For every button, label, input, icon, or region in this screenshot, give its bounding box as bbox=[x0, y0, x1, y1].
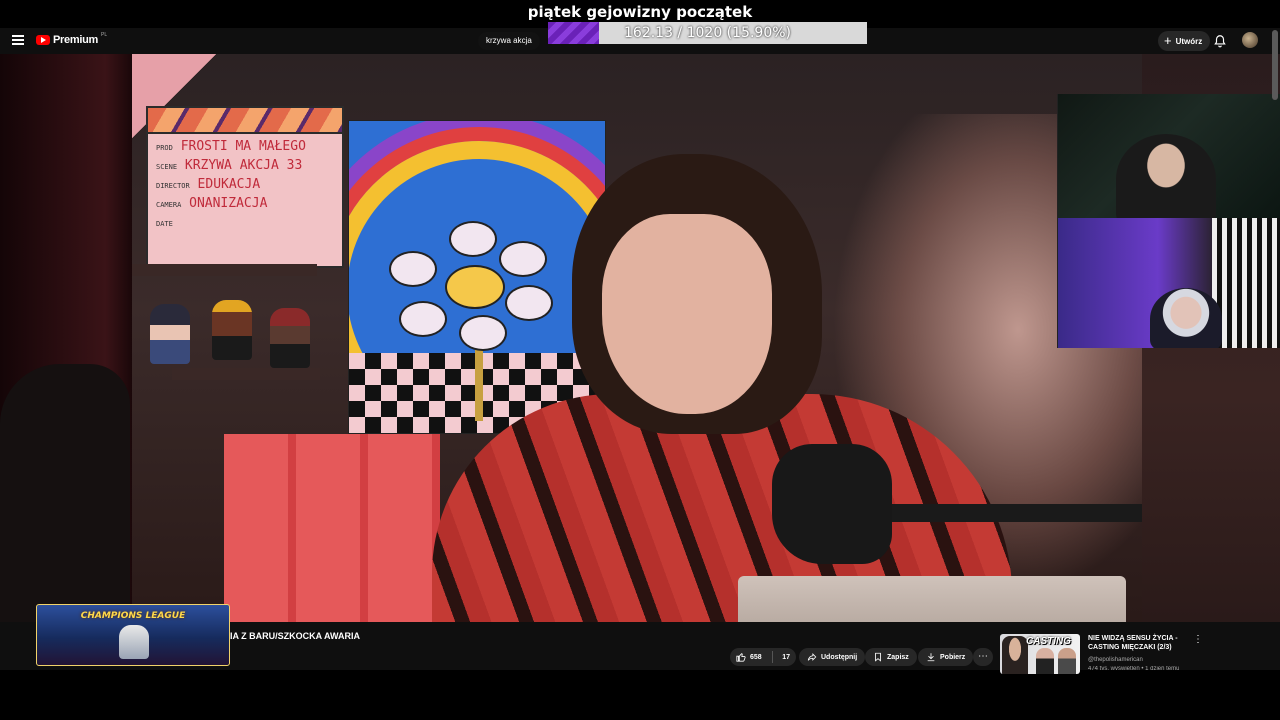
recommended-meta: 474 tys. wyświetleń • 1 dzień temu bbox=[1088, 666, 1180, 670]
like-dislike-group: 658 17 bbox=[730, 648, 796, 666]
clapper-label-scene: SCENE bbox=[156, 163, 178, 171]
like-button[interactable]: 658 bbox=[730, 648, 768, 666]
mic-arm bbox=[892, 504, 1142, 522]
goal-progress-text: 162.13 / 1020 (15.90%) bbox=[624, 25, 791, 41]
download-label: Pobierz bbox=[940, 653, 966, 661]
clapper-stripes bbox=[148, 108, 342, 134]
funko-boxes bbox=[224, 434, 440, 622]
streamer-2 bbox=[1150, 288, 1222, 348]
clapper-take: 33 bbox=[286, 158, 303, 173]
streamer-webcam-2 bbox=[1057, 218, 1280, 348]
create-label: Utwórz bbox=[1175, 36, 1203, 46]
trophy-icon bbox=[119, 625, 149, 659]
share-label: Udostępnij bbox=[821, 653, 858, 661]
like-count: 658 bbox=[750, 653, 762, 661]
thumbnail-face bbox=[1058, 648, 1076, 674]
youtube-logo-icon bbox=[36, 35, 50, 45]
plus-icon: + bbox=[1164, 33, 1172, 48]
logo-region: PL bbox=[100, 32, 108, 38]
dislike-count: 17 bbox=[782, 653, 790, 661]
thumbnail-face bbox=[1002, 636, 1028, 674]
funko-figure bbox=[270, 308, 310, 368]
clapper-prod: FROSTI MA MAŁEGO bbox=[180, 139, 306, 154]
youtube-logo[interactable]: Premium PL bbox=[36, 32, 108, 46]
like-divider bbox=[771, 651, 773, 663]
face bbox=[602, 214, 772, 414]
thumbnail-face bbox=[1036, 648, 1054, 674]
shelf bbox=[172, 368, 320, 380]
guest-shoulder bbox=[0, 364, 130, 622]
more-vertical-icon[interactable]: ⋮ bbox=[1193, 633, 1203, 647]
save-button[interactable]: Zapisz bbox=[865, 648, 917, 666]
clapper-scene: KRZYWA AKCJA bbox=[184, 158, 279, 173]
clapper-text: PROD FROSTI MA MAŁEGO SCENE KRZYWA AKCJA… bbox=[148, 134, 342, 237]
create-button[interactable]: + Utwórz bbox=[1158, 31, 1211, 51]
recommended-thumbnail[interactable]: CASTING bbox=[1000, 634, 1080, 674]
bell-icon[interactable] bbox=[1213, 34, 1227, 48]
host-person bbox=[432, 154, 1012, 622]
shelf bbox=[132, 264, 317, 276]
recommended-channel[interactable]: @thepolishamerican bbox=[1088, 657, 1143, 663]
funko-figure bbox=[150, 304, 190, 364]
champions-league-thumbnail[interactable]: CHAMPIONS LEAGUE bbox=[36, 604, 230, 666]
share-button[interactable]: Udostępnij bbox=[799, 648, 866, 666]
clapper-camera: ONANIZACJA bbox=[189, 196, 268, 211]
streamer-webcam-1 bbox=[1057, 94, 1280, 218]
clapper-label-director: DIRECTOR bbox=[156, 182, 190, 190]
share-icon bbox=[807, 653, 817, 661]
studio-set: PROD FROSTI MA MAŁEGO SCENE KRZYWA AKCJA… bbox=[132, 54, 1142, 622]
download-icon bbox=[927, 653, 935, 662]
stream-title: piątek gejowizny początek bbox=[527, 3, 753, 21]
clapper-director: EDUKACJA bbox=[197, 177, 261, 192]
logo-label: Premium bbox=[53, 34, 98, 46]
thumbs-up-icon bbox=[736, 653, 746, 662]
video-title: IA Z BARU/SZKOCKA AWARIA bbox=[230, 631, 360, 641]
menu-icon[interactable] bbox=[12, 35, 24, 45]
streamer-1 bbox=[1116, 134, 1216, 218]
thumbnail-text: CASTING bbox=[1026, 636, 1071, 647]
thumbnail-text: CHAMPIONS LEAGUE bbox=[80, 611, 186, 621]
striped-curtain bbox=[1212, 218, 1280, 348]
download-button[interactable]: Pobierz bbox=[918, 648, 974, 666]
clapper-label-prod: PROD bbox=[156, 144, 173, 152]
more-horizontal-icon: ⋯ bbox=[978, 651, 988, 662]
clapper-label-camera: CAMERA bbox=[156, 201, 182, 209]
save-label: Zapisz bbox=[887, 653, 909, 661]
search-input[interactable]: krzywa akcja bbox=[478, 32, 540, 50]
recommended-title[interactable]: NIE WIDZĄ SENSU ŻYCIA - CASTING MIĘCZAKI… bbox=[1088, 634, 1188, 652]
clapper-label-date: DATE bbox=[156, 220, 173, 228]
bookmark-icon bbox=[875, 652, 881, 662]
donation-goal-bar: 162.13 / 1020 (15.90%) bbox=[548, 22, 867, 44]
scrollbar[interactable] bbox=[1272, 30, 1278, 100]
more-actions-button[interactable]: ⋯ bbox=[973, 648, 993, 666]
funko-figure bbox=[212, 300, 252, 360]
avatar[interactable] bbox=[1242, 32, 1258, 48]
clapperboard: PROD FROSTI MA MAŁEGO SCENE KRZYWA AKCJA… bbox=[146, 106, 344, 268]
laptop bbox=[738, 576, 1126, 622]
screen: PROD FROSTI MA MAŁEGO SCENE KRZYWA AKCJA… bbox=[0, 0, 1280, 720]
dislike-button[interactable]: 17 bbox=[776, 648, 796, 666]
microphone bbox=[772, 444, 892, 564]
